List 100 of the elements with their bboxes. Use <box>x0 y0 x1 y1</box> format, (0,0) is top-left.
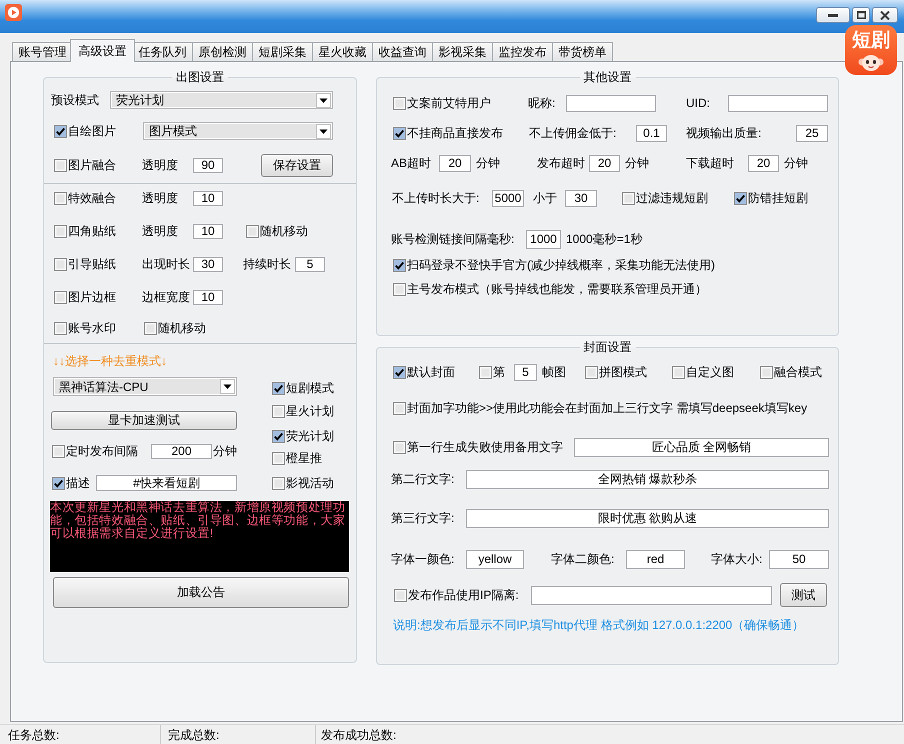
text-field[interactable]: 20 <box>439 154 471 172</box>
tab[interactable]: 星火收藏 <box>312 42 373 61</box>
text-field[interactable]: 限时优惠 欲购从速 <box>466 508 829 528</box>
test-button[interactable]: 测试 <box>780 583 827 607</box>
checkbox[interactable] <box>760 366 773 378</box>
checkbox-label[interactable]: 星火计划 <box>286 404 334 418</box>
checkbox[interactable] <box>272 404 285 418</box>
gpu-test-button[interactable]: 显卡加速测试 <box>51 411 237 430</box>
checkbox-label[interactable]: 图片融合 <box>68 158 116 172</box>
checkbox-label[interactable]: 文案前艾特用户 <box>407 96 491 110</box>
checkbox[interactable] <box>479 366 492 378</box>
checkbox-label[interactable]: 发布作品使用IP隔离: <box>408 588 519 602</box>
checkbox-label[interactable]: 影视活动 <box>286 476 334 490</box>
checkbox-label[interactable]: 引导贴纸 <box>68 257 116 271</box>
text-field[interactable]: 0.1 <box>636 124 667 142</box>
checkbox[interactable] <box>585 366 598 378</box>
checkbox[interactable] <box>734 192 747 204</box>
checkbox-label[interactable]: 随机移动 <box>158 321 206 335</box>
text-field[interactable]: 5 <box>514 364 537 380</box>
checkbox[interactable] <box>393 258 406 272</box>
text-field[interactable]: 200 <box>151 444 212 458</box>
checkbox[interactable] <box>54 290 67 304</box>
text-field[interactable]: yellow <box>466 550 524 568</box>
load-announcement-button[interactable]: 加载公告 <box>53 577 349 608</box>
text-field[interactable]: 30 <box>565 190 597 206</box>
text-field[interactable]: 10 <box>193 190 223 206</box>
text-field[interactable]: 20 <box>589 154 620 172</box>
checkbox[interactable] <box>54 322 67 334</box>
text-field[interactable]: 5 <box>295 256 325 272</box>
text-field[interactable]: 全网热销 爆款秒杀 <box>466 470 829 488</box>
checkbox[interactable] <box>246 224 259 238</box>
text-field[interactable]: 30 <box>193 256 223 272</box>
minimize-button[interactable] <box>816 7 850 23</box>
checkbox-label[interactable]: 描述 <box>66 476 90 490</box>
text-field[interactable]: 匠心品质 全网畅销 <box>574 438 829 456</box>
text-field[interactable]: #快来看短剧 <box>96 475 237 491</box>
checkbox[interactable] <box>272 452 285 464</box>
checkbox[interactable] <box>52 476 65 490</box>
checkbox-label[interactable]: 图片边框 <box>68 290 116 304</box>
tab[interactable]: 账号管理 <box>12 42 73 61</box>
maximize-button[interactable] <box>852 7 870 23</box>
checkbox-label[interactable]: 随机移动 <box>260 224 308 238</box>
checkbox[interactable] <box>672 366 685 378</box>
checkbox[interactable] <box>54 224 67 238</box>
text-field[interactable] <box>531 586 772 604</box>
checkbox-label[interactable]: 第 <box>493 365 505 379</box>
tab[interactable]: 影视采集 <box>432 42 493 61</box>
tab[interactable]: 高级设置 <box>70 39 135 62</box>
tab[interactable]: 原创检测 <box>192 42 253 61</box>
checkbox-label[interactable]: 四角贴纸 <box>68 224 116 238</box>
checkbox[interactable] <box>393 96 406 110</box>
dropdown[interactable]: 荧光计划 <box>110 91 333 109</box>
checkbox[interactable] <box>54 258 67 270</box>
checkbox-label[interactable]: 自定义图 <box>686 365 734 379</box>
checkbox-label[interactable]: 账号水印 <box>68 321 116 335</box>
text-field[interactable]: 10 <box>193 290 223 304</box>
checkbox-label[interactable]: 默认封面 <box>407 365 455 379</box>
checkbox-label[interactable]: 封面加字功能>>使用此功能会在封面加上三行文字 需填写deepseek填写key <box>407 401 808 415</box>
checkbox[interactable] <box>54 158 67 172</box>
checkbox[interactable] <box>393 440 406 454</box>
text-field[interactable]: red <box>626 550 685 568</box>
dropdown[interactable]: 黑神话算法-CPU <box>53 377 237 396</box>
checkbox[interactable] <box>272 476 285 490</box>
checkbox[interactable] <box>54 192 67 204</box>
checkbox[interactable] <box>393 402 406 414</box>
text-field[interactable]: 20 <box>748 154 779 172</box>
checkbox[interactable] <box>52 444 65 458</box>
checkbox[interactable] <box>393 282 406 296</box>
tab[interactable]: 带货榜单 <box>552 42 613 61</box>
text-field[interactable]: 50 <box>769 550 829 568</box>
text-field[interactable]: 25 <box>796 124 828 142</box>
tab[interactable]: 收益查询 <box>372 42 433 61</box>
checkbox-label[interactable]: 特效融合 <box>68 191 116 205</box>
checkbox-label[interactable]: 自绘图片 <box>68 124 116 138</box>
checkbox-label[interactable]: 第一行生成失败使用备用文字 <box>407 440 563 454</box>
tab[interactable]: 短剧采集 <box>252 42 313 61</box>
checkbox-label[interactable]: 拼图模式 <box>599 365 647 379</box>
checkbox-label[interactable]: 荧光计划 <box>286 429 334 443</box>
checkbox[interactable] <box>272 430 285 442</box>
checkbox[interactable] <box>393 366 406 378</box>
checkbox[interactable] <box>394 588 407 602</box>
text-field[interactable]: 10 <box>193 224 223 238</box>
tab[interactable]: 任务队列 <box>132 42 193 61</box>
checkbox[interactable] <box>622 192 635 204</box>
text-field[interactable]: 90 <box>193 158 223 172</box>
checkbox-label[interactable]: 橙星推 <box>286 451 322 465</box>
checkbox-label[interactable]: 防错挂短剧 <box>748 191 808 205</box>
text-field[interactable] <box>566 94 656 112</box>
checkbox[interactable] <box>272 382 285 394</box>
tab[interactable]: 监控发布 <box>492 42 553 61</box>
checkbox-label[interactable]: 融合模式 <box>774 365 822 379</box>
save-settings-button[interactable]: 保存设置 <box>261 154 333 176</box>
checkbox-label[interactable]: 过滤违规短剧 <box>636 191 708 205</box>
text-field[interactable]: 1000 <box>526 230 561 248</box>
checkbox-label[interactable]: 不挂商品直接发布 <box>407 126 503 140</box>
close-button[interactable] <box>872 7 898 23</box>
dropdown[interactable]: 图片模式 <box>143 122 333 140</box>
checkbox-label[interactable]: 扫码登录不登快手官方(减少掉线概率，采集功能无法使用) <box>407 258 715 272</box>
checkbox-label[interactable]: 主号发布模式（账号掉线也能发，需要联系管理员开通） <box>407 282 707 296</box>
text-field[interactable]: 5000 <box>492 190 524 206</box>
